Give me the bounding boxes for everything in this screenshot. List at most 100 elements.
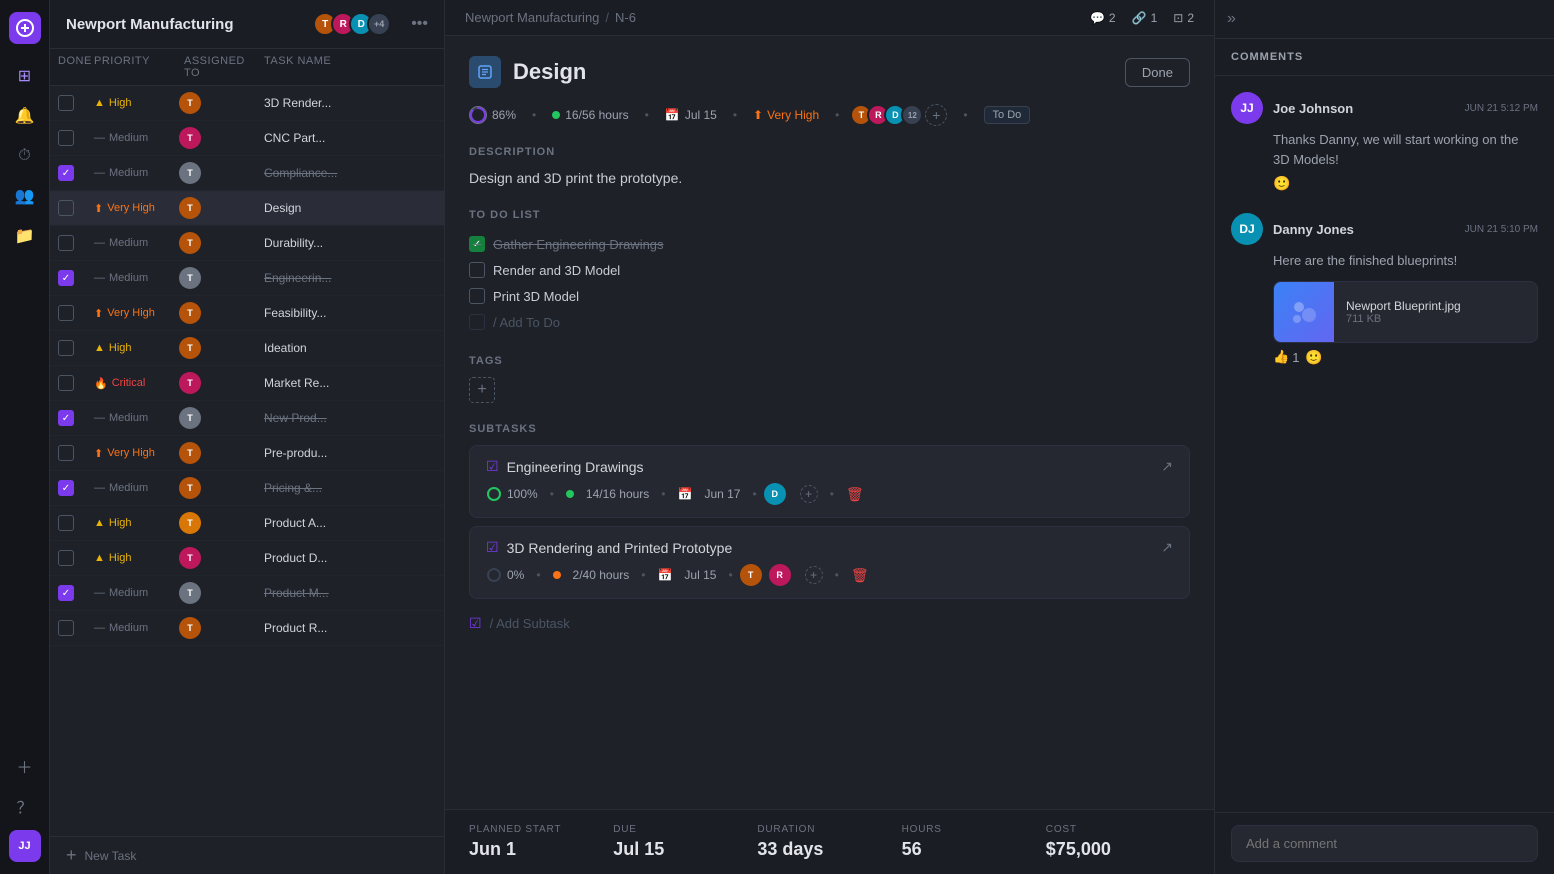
task-row[interactable]: ✓ — Medium T Engineerin... <box>50 261 444 296</box>
priority-label: Medium <box>109 237 148 249</box>
task-checkbox[interactable]: ✓ <box>58 270 74 286</box>
priority-icon: — <box>94 132 105 144</box>
task-checkbox[interactable] <box>58 235 74 251</box>
add-task-button[interactable]: + New Task <box>50 836 444 874</box>
comment-avatar: DJ <box>1231 213 1263 245</box>
task-checkbox[interactable] <box>58 95 74 111</box>
notification-icon[interactable]: 🔔 <box>9 100 41 132</box>
collapse-panel-button[interactable]: » <box>1215 0 1554 39</box>
priority-item: ⬆ Very High <box>753 108 819 122</box>
priority-badge: — Medium <box>94 622 184 634</box>
comment-attachment[interactable]: Newport Blueprint.jpg 711 KB <box>1273 281 1538 343</box>
hours-label: HOURS <box>902 824 1046 835</box>
task-checkbox[interactable]: ✓ <box>58 585 74 601</box>
dot-divider: • <box>835 108 839 122</box>
task-row[interactable]: ✓ — Medium T Compliance... <box>50 156 444 191</box>
attachment-thumbnail <box>1274 282 1334 342</box>
task-checkbox[interactable] <box>58 550 74 566</box>
breadcrumb-project[interactable]: Newport Manufacturing <box>465 10 599 25</box>
task-row[interactable]: 🔥 Critical T Market Re... <box>50 366 444 401</box>
add-assignee-button[interactable]: + <box>925 104 947 126</box>
task-row[interactable]: ▲ High T Ideation <box>50 331 444 366</box>
task-name: CNC Part... <box>264 131 436 145</box>
todo-checkbox[interactable]: ✓ <box>469 236 485 252</box>
task-checkbox[interactable]: ✓ <box>58 410 74 426</box>
delete-subtask-button[interactable]: 🗑 <box>851 567 869 584</box>
planned-start-value: Jun 1 <box>469 839 613 860</box>
comment-header: DJ Danny Jones JUN 21 5:10 PM <box>1231 213 1538 245</box>
delete-subtask-button[interactable]: 🗑 <box>846 486 864 503</box>
external-link-icon[interactable]: ↗ <box>1161 458 1173 475</box>
hours-indicator-icon <box>553 571 561 579</box>
task-row[interactable]: — Medium T Product R... <box>50 611 444 646</box>
todo-item[interactable]: Print 3D Model <box>469 283 1190 309</box>
add-icon[interactable]: ＋ <box>9 750 41 782</box>
assignee-col: T <box>184 442 264 464</box>
task-checkbox[interactable] <box>58 200 74 216</box>
task-checkbox[interactable] <box>58 620 74 636</box>
add-subtask-button[interactable]: ☑ / Add Subtask <box>469 607 1190 640</box>
todo-checkbox[interactable] <box>469 288 485 304</box>
help-icon[interactable]: ？ <box>9 790 41 822</box>
folder-icon[interactable]: 📁 <box>9 220 41 252</box>
user-avatar-icon[interactable]: JJ <box>9 830 41 862</box>
assignee-avatars: T R D 12 + <box>855 104 947 126</box>
task-row[interactable]: ⬆ Very High T Feasibility... <box>50 296 444 331</box>
col-done-header: DONE <box>58 55 94 79</box>
subtask-assignee-avatar: R <box>769 564 791 586</box>
task-row[interactable]: — Medium T Durability... <box>50 226 444 261</box>
task-checkbox[interactable]: ✓ <box>58 480 74 496</box>
assignee-col: T <box>184 372 264 394</box>
home-icon[interactable]: ⊞ <box>9 60 41 92</box>
task-name: Durability... <box>264 236 436 250</box>
cost-stat: COST $75,000 <box>1046 824 1190 860</box>
add-reaction-button[interactable]: 🙂 <box>1305 349 1322 366</box>
task-row[interactable]: ⬆ Very High T Design <box>50 191 444 226</box>
clock-icon[interactable]: ⏱ <box>9 140 41 172</box>
task-checkbox[interactable]: ✓ <box>58 165 74 181</box>
add-subtask-assignee-button[interactable]: + <box>805 566 823 584</box>
team-icon[interactable]: 👥 <box>9 180 41 212</box>
app-logo-icon[interactable] <box>9 12 41 44</box>
add-reaction-button[interactable]: 🙂 <box>1273 175 1290 191</box>
task-row[interactable]: ✓ — Medium T New Prod... <box>50 401 444 436</box>
description-label: DESCRIPTION <box>469 146 1190 158</box>
subtask-progress-pct: 0% <box>507 568 524 582</box>
comment-count-action[interactable]: 💬 2 <box>1090 11 1116 25</box>
task-row[interactable]: — Medium T CNC Part... <box>50 121 444 156</box>
task-checkbox[interactable] <box>58 515 74 531</box>
task-row[interactable]: ✓ — Medium T Product M... <box>50 576 444 611</box>
add-todo-button[interactable]: / Add To Do <box>469 309 1190 335</box>
subtask-hours: 2/40 hours <box>573 568 630 582</box>
task-checkbox[interactable] <box>58 375 74 391</box>
more-options-icon[interactable]: ••• <box>411 15 428 33</box>
link-count-action[interactable]: 🔗 1 <box>1132 11 1158 25</box>
task-row[interactable]: ▲ High T 3D Render... <box>50 86 444 121</box>
assignee-col: T <box>184 337 264 359</box>
add-tag-button[interactable]: + <box>469 377 495 403</box>
priority-label: Very High <box>107 202 155 214</box>
task-checkbox[interactable] <box>58 305 74 321</box>
reaction-thumbsup[interactable]: 👍 1 <box>1273 349 1299 365</box>
priority-icon: ▲ <box>94 97 105 109</box>
task-row[interactable]: ⬆ Very High T Pre-produ... <box>50 436 444 471</box>
task-row[interactable]: ▲ High T Product A... <box>50 506 444 541</box>
subtasks-label: SUBTASKS <box>469 423 1190 435</box>
subtasks-section: SUBTASKS ☑ Engineering Drawings ↗ 100% <box>469 423 1190 640</box>
task-checkbox[interactable] <box>58 130 74 146</box>
external-link-icon[interactable]: ↗ <box>1161 539 1173 556</box>
comment-input[interactable] <box>1231 825 1538 862</box>
todo-item[interactable]: Render and 3D Model <box>469 257 1190 283</box>
task-row[interactable]: ✓ — Medium T Pricing &... <box>50 471 444 506</box>
task-row[interactable]: ▲ High T Product D... <box>50 541 444 576</box>
add-subtask-assignee-button[interactable]: + <box>800 485 818 503</box>
todo-item[interactable]: ✓ Gather Engineering Drawings <box>469 231 1190 257</box>
todo-checkbox[interactable] <box>469 262 485 278</box>
done-button[interactable]: Done <box>1125 58 1190 87</box>
status-tag[interactable]: To Do <box>984 106 1031 124</box>
subtask-count-action[interactable]: ⊡ 2 <box>1173 11 1194 25</box>
priority-icon: ▲ <box>94 517 105 529</box>
task-checkbox[interactable] <box>58 445 74 461</box>
assignee-col: T <box>184 232 264 254</box>
task-checkbox[interactable] <box>58 340 74 356</box>
